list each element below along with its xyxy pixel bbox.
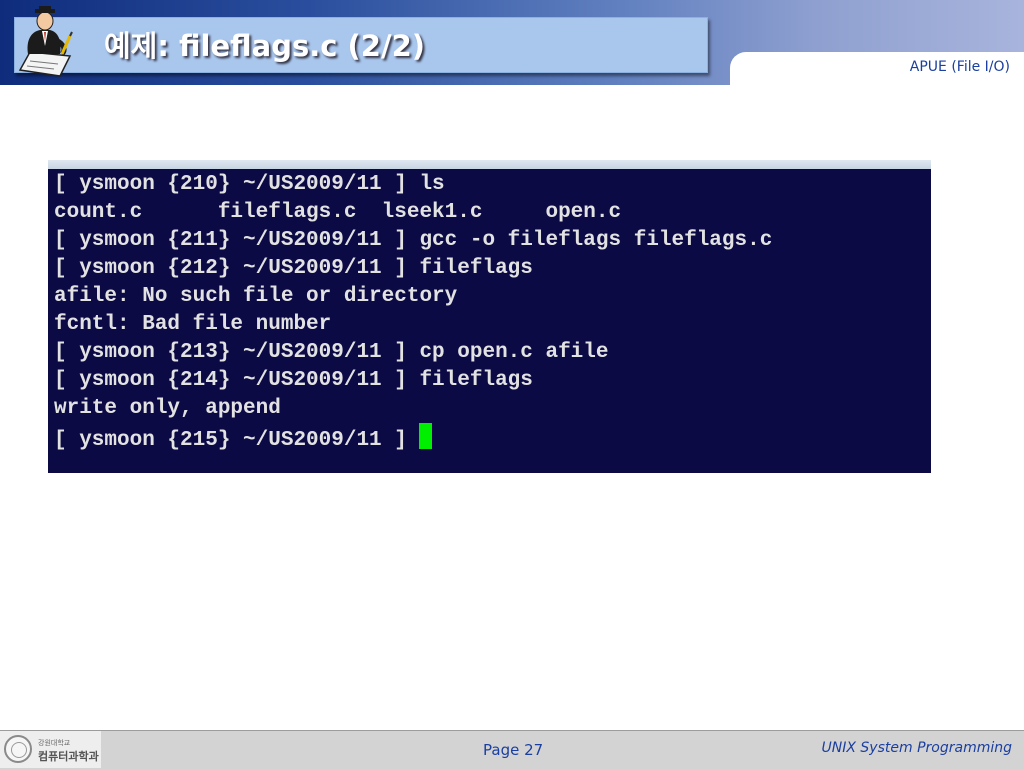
terminal-prompt-line: [ ysmoon {215} ~/US2009/11 ] <box>54 423 772 452</box>
terminal-line: write only, append <box>54 397 281 420</box>
terminal-screenshot: [ ysmoon {210} ~/US2009/11 ] ls count.c … <box>48 160 931 473</box>
slide-title: 예제: fileflags.c (2/2) <box>104 29 426 63</box>
terminal-cursor <box>419 423 433 449</box>
terminal-output: [ ysmoon {210} ~/US2009/11 ] ls count.c … <box>54 171 773 452</box>
terminal-line: [ ysmoon {210} ~/US2009/11 ] ls <box>54 173 445 196</box>
terminal-line: [ ysmoon {214} ~/US2009/11 ] fileflags <box>54 369 533 392</box>
subject-label: APUE (File I/O) <box>909 59 1010 75</box>
page-number: Page 27 <box>483 741 544 759</box>
writer-at-desk-icon <box>18 6 73 77</box>
university-logo: 강원대학교 컴퓨터과학과 <box>0 731 101 768</box>
department-name: 컴퓨터과학과 <box>38 750 99 763</box>
terminal-line: afile: No such file or directory <box>54 285 458 308</box>
terminal-line: fcntl: Bad file number <box>54 313 332 336</box>
university-seal-icon <box>4 735 32 763</box>
terminal-prompt: [ ysmoon {215} ~/US2009/11 ] <box>54 429 420 452</box>
terminal-line: count.c fileflags.c lseek1.c open.c <box>54 201 622 224</box>
university-name: 강원대학교 <box>38 739 71 747</box>
terminal-line: [ ysmoon {212} ~/US2009/11 ] fileflags <box>54 257 533 280</box>
terminal-line: [ ysmoon {211} ~/US2009/11 ] gcc -o file… <box>54 229 773 252</box>
terminal-titlebar <box>48 160 931 169</box>
course-name: UNIX System Programming <box>821 740 1012 756</box>
terminal-line: [ ysmoon {213} ~/US2009/11 ] cp open.c a… <box>54 341 609 364</box>
